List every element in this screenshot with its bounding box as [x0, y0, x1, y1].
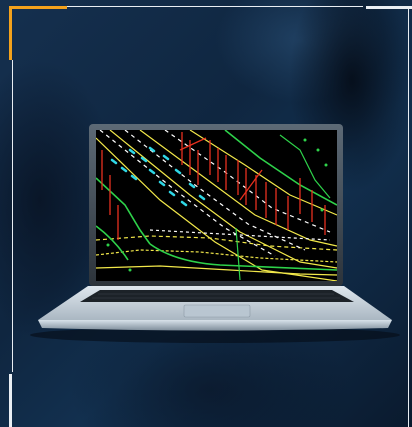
- laptop-front-edge: [38, 320, 392, 331]
- laptop-illustration: [30, 124, 400, 343]
- laptop-keyboard: [80, 290, 354, 302]
- laptop-touchpad: [183, 304, 251, 318]
